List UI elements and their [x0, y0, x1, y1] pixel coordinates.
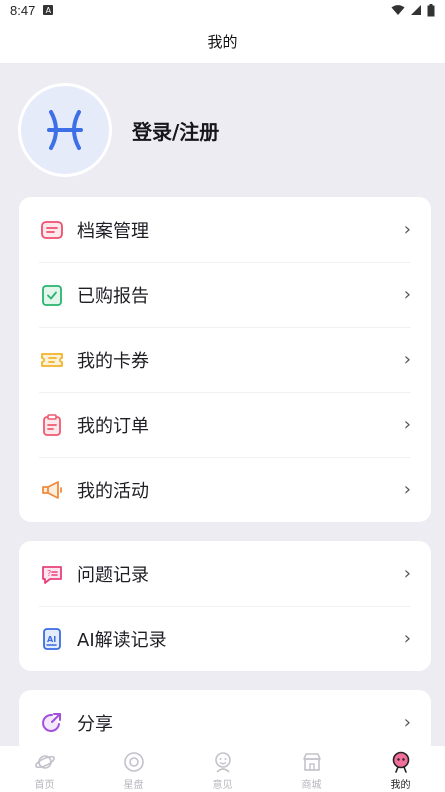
menu-card-share: 分享 › [19, 690, 431, 746]
nav-label: 商城 [301, 780, 322, 791]
menu-item-question-records[interactable]: ? 问题记录 › [39, 541, 411, 606]
login-register-link[interactable]: 登录/注册 [132, 116, 219, 145]
menu-item-label: 档案管理 [77, 220, 149, 242]
nav-label: 我的 [390, 780, 411, 791]
wifi-icon [391, 5, 405, 15]
menu-item-label: 我的订单 [77, 415, 149, 437]
chevron-right-icon: › [403, 628, 411, 649]
menu-item-label: AI解读记录 [77, 629, 167, 651]
nav-home[interactable]: 首页 [0, 751, 89, 791]
menu-item-coupons[interactable]: 我的卡券 › [39, 327, 411, 392]
profile-card-icon [39, 217, 65, 243]
nav-label: 意见 [212, 780, 233, 791]
ai-doc-icon: AI [39, 626, 65, 652]
menu-item-purchased-reports[interactable]: 已购报告 › [39, 262, 411, 327]
menu-card-main: 档案管理 › 已购报告 › 我的卡券 › 我的订单 › 我的活动 › [19, 197, 431, 522]
megaphone-icon [39, 477, 65, 503]
status-bar: 8:47 A [0, 0, 445, 20]
profile-section[interactable]: 登录/注册 [18, 83, 219, 177]
astrolabe-icon [123, 751, 145, 773]
chevron-right-icon: › [403, 712, 411, 733]
chevron-right-icon: › [403, 414, 411, 435]
svg-text:?: ? [47, 569, 51, 578]
status-icons [391, 3, 435, 17]
nav-feedback[interactable]: 意见 [178, 751, 267, 791]
menu-item-ai-records[interactable]: AI AI解读记录 › [39, 606, 411, 671]
menu-item-label: 我的活动 [77, 480, 149, 502]
notification-badge: A [43, 5, 54, 15]
menu-item-label: 问题记录 [77, 564, 149, 586]
battery-icon [427, 3, 435, 16]
chevron-right-icon: › [403, 479, 411, 500]
svg-text:AI: AI [47, 635, 56, 644]
menu-item-label: 我的卡券 [77, 350, 149, 372]
nav-me[interactable]: 我的 [356, 751, 445, 791]
nav-label: 首页 [34, 780, 55, 791]
question-bubble-icon: ? [39, 561, 65, 587]
feedback-face-icon [212, 751, 234, 773]
pisces-icon [47, 110, 83, 150]
menu-item-archive[interactable]: 档案管理 › [39, 197, 411, 262]
page-title: 我的 [207, 33, 238, 51]
shop-icon [301, 751, 323, 773]
menu-item-label: 分享 [77, 713, 113, 735]
page-header: 我的 [0, 20, 445, 63]
nav-shop[interactable]: 商城 [267, 751, 356, 791]
check-doc-icon [39, 282, 65, 308]
me-icon [390, 751, 412, 773]
nav-label: 星盘 [123, 780, 144, 791]
menu-item-label: 已购报告 [77, 285, 149, 307]
chevron-right-icon: › [403, 284, 411, 305]
bottom-nav: 首页 星盘 意见 商城 我的 [0, 746, 445, 792]
chevron-right-icon: › [403, 563, 411, 584]
avatar[interactable] [18, 83, 112, 177]
ticket-icon [39, 347, 65, 373]
signal-icon [411, 5, 421, 15]
order-icon [39, 412, 65, 438]
chevron-right-icon: › [403, 349, 411, 370]
menu-card-records: ? 问题记录 › AI AI解读记录 › [19, 541, 431, 671]
nav-astrolabe[interactable]: 星盘 [89, 751, 178, 791]
menu-item-activities[interactable]: 我的活动 › [39, 457, 411, 522]
menu-item-share[interactable]: 分享 › [39, 690, 411, 746]
share-icon [39, 710, 65, 736]
menu-item-orders[interactable]: 我的订单 › [39, 392, 411, 457]
planet-icon [34, 751, 56, 773]
chevron-right-icon: › [403, 219, 411, 240]
status-time: 8:47 [10, 2, 36, 18]
main-content: 登录/注册 档案管理 › 已购报告 › 我的卡券 › 我的订单 › 我的活动 ›… [0, 63, 445, 746]
